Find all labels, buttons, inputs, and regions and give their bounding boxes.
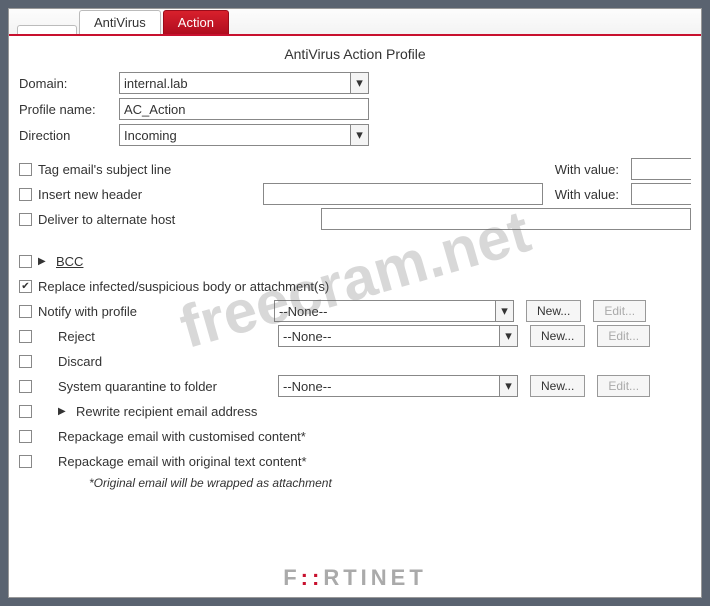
tab-bar: AntiVirus Action [9,9,701,36]
repackage-custom-label: Repackage email with customised content* [58,429,306,444]
chevron-down-icon: ▾ [499,326,517,346]
domain-label: Domain: [19,76,119,91]
notify-label: Notify with profile [38,304,268,319]
reject-edit-button: Edit... [597,325,650,347]
domain-select[interactable]: internal.lab ▾ [119,72,369,94]
with-value-input-1[interactable] [631,158,691,180]
tab-action[interactable]: Action [163,10,229,34]
direction-select[interactable]: Incoming ▾ [119,124,369,146]
sys-quarantine-select[interactable]: --None-- ▾ [278,375,518,397]
insert-header-label: Insert new header [38,187,142,202]
discard-label: Discard [58,354,102,369]
sys-quarantine-checkbox[interactable] [19,380,32,393]
insert-header-checkbox[interactable] [19,188,32,201]
direction-value: Incoming [124,128,177,143]
repackage-orig-checkbox[interactable] [19,455,32,468]
sys-quarantine-value: --None-- [283,379,331,394]
sys-quarantine-edit-button: Edit... [597,375,650,397]
bcc-label[interactable]: BCC [56,254,83,269]
notify-new-button[interactable]: New... [526,300,581,322]
tag-subject-checkbox[interactable] [19,163,32,176]
discard-checkbox[interactable] [19,355,32,368]
chevron-down-icon: ▾ [499,376,517,396]
expand-icon[interactable]: ▶ [58,406,70,417]
chevron-down-icon: ▾ [495,301,513,321]
sys-quarantine-new-button[interactable]: New... [530,375,585,397]
direction-label: Direction [19,128,119,143]
tag-subject-label: Tag email's subject line [38,162,171,177]
reject-value: --None-- [283,329,331,344]
profile-label: Profile name: [19,102,119,117]
reject-checkbox[interactable] [19,330,32,343]
with-value-input-2[interactable] [631,183,691,205]
footnote: *Original email will be wrapped as attac… [89,476,701,490]
insert-header-input[interactable] [263,183,543,205]
notify-edit-button: Edit... [593,300,646,322]
chevron-down-icon: ▾ [350,73,368,93]
with-value-label-2: With value: [555,187,619,202]
replace-checkbox[interactable] [19,280,32,293]
tab-blank[interactable] [17,25,77,34]
domain-value: internal.lab [124,76,188,91]
rewrite-checkbox[interactable] [19,405,32,418]
notify-checkbox[interactable] [19,305,32,318]
notify-select[interactable]: --None-- ▾ [274,300,514,322]
reject-label: Reject [58,329,272,344]
expand-icon[interactable]: ▶ [38,256,50,267]
sys-quarantine-label: System quarantine to folder [58,379,272,394]
deliver-alt-input[interactable] [321,208,691,230]
repackage-custom-checkbox[interactable] [19,430,32,443]
fortinet-logo: F::RTINET [283,565,427,591]
repackage-orig-label: Repackage email with original text conte… [58,454,307,469]
deliver-alt-label: Deliver to alternate host [38,212,175,227]
notify-value: --None-- [279,304,327,319]
with-value-label-1: With value: [555,162,619,177]
profile-name-input[interactable]: AC_Action [119,98,369,120]
replace-label: Replace infected/suspicious body or atta… [38,279,329,294]
reject-new-button[interactable]: New... [530,325,585,347]
page-title: AntiVirus Action Profile [9,36,701,68]
deliver-alt-checkbox[interactable] [19,213,32,226]
bcc-checkbox[interactable] [19,255,32,268]
rewrite-label: Rewrite recipient email address [76,404,257,419]
chevron-down-icon: ▾ [350,125,368,145]
tab-antivirus[interactable]: AntiVirus [79,10,161,34]
profile-value: AC_Action [124,102,185,117]
reject-select[interactable]: --None-- ▾ [278,325,518,347]
